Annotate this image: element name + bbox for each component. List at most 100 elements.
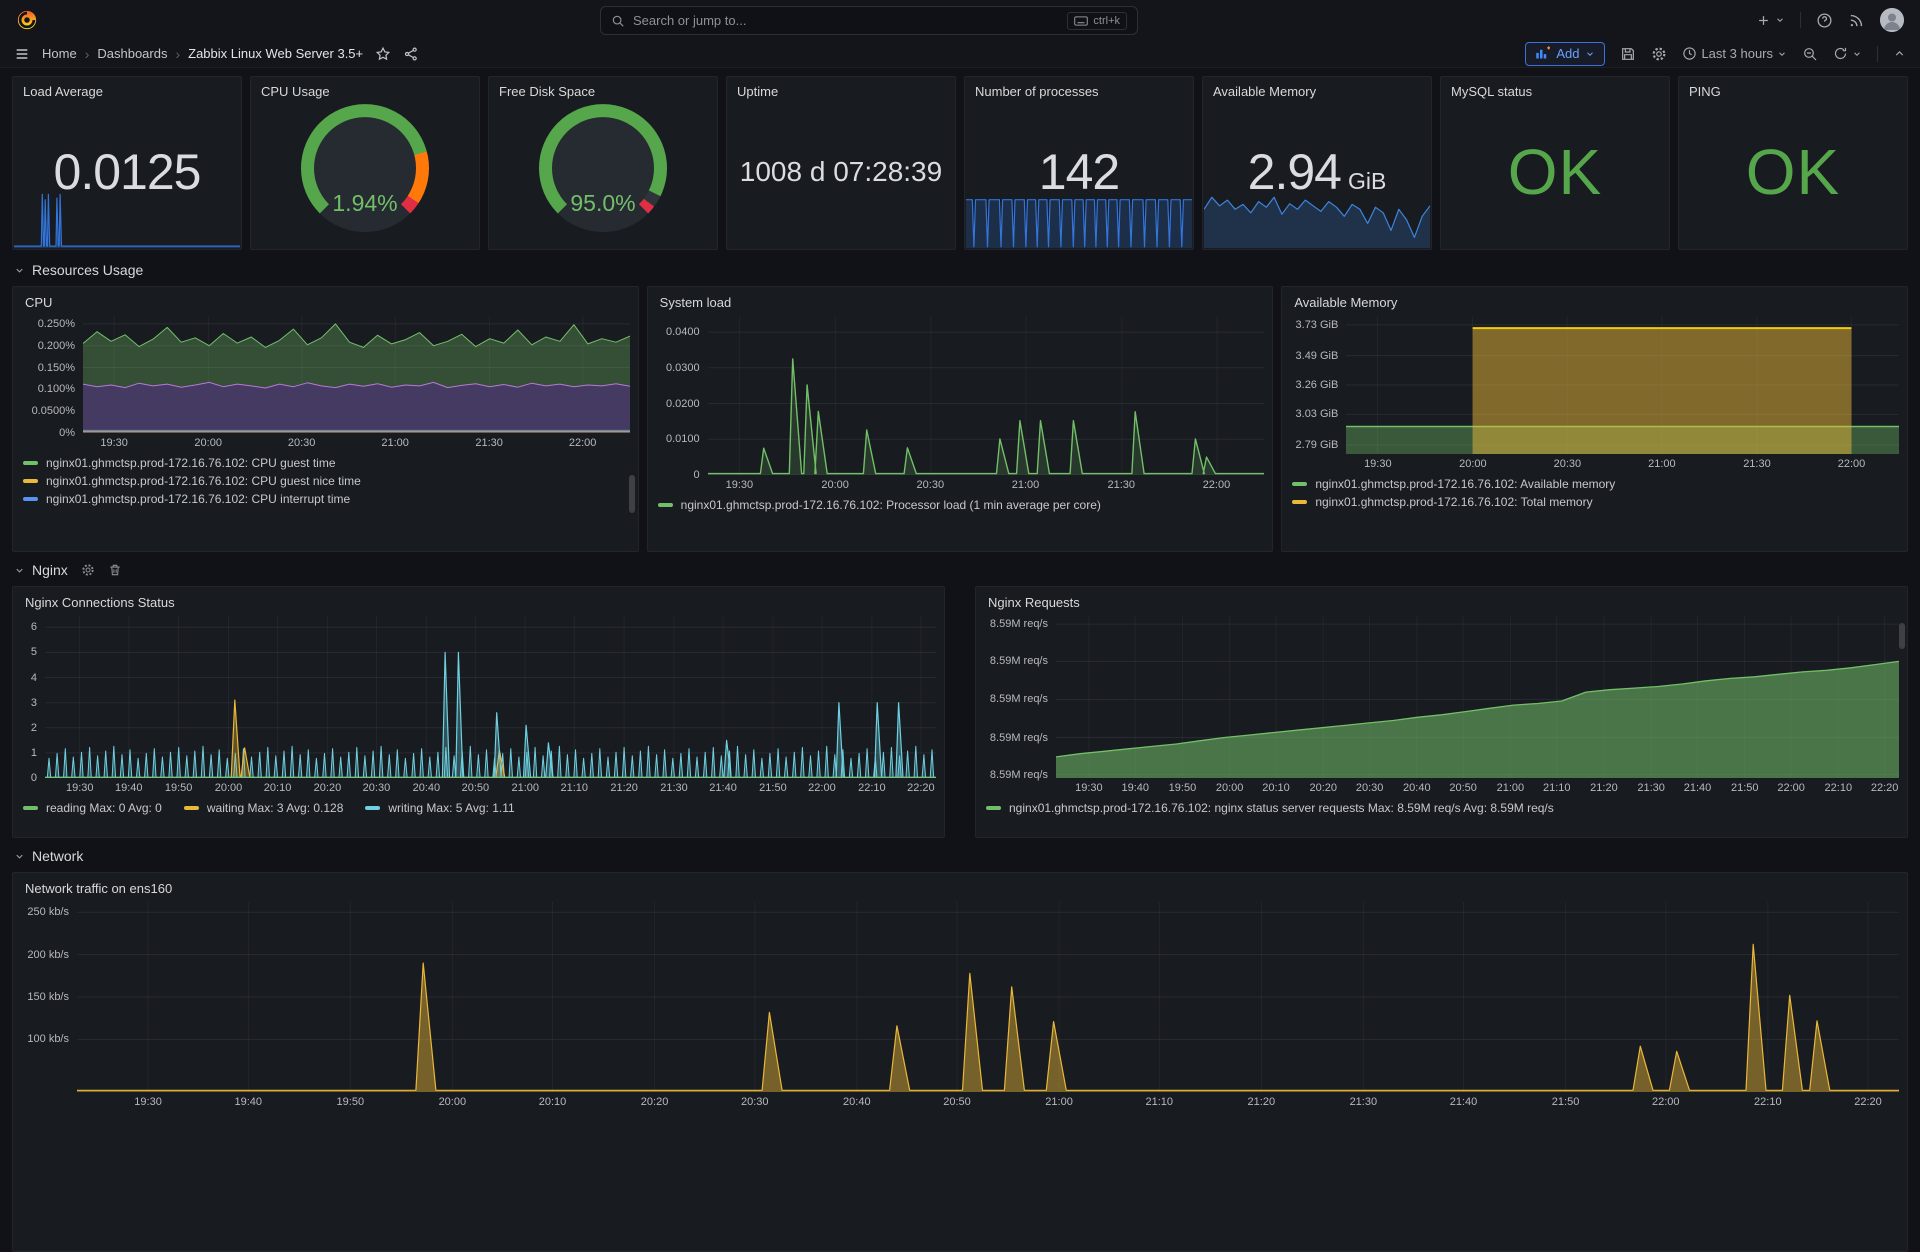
x-tick-label: 20:50 [462, 782, 490, 794]
mega-menu-button[interactable] [14, 46, 30, 62]
time-range-picker[interactable]: Last 3 hours [1682, 46, 1787, 61]
x-tick-label: 21:00 [511, 782, 539, 794]
add-panel-icon [1535, 46, 1550, 61]
refresh-button[interactable] [1833, 46, 1862, 61]
panel-title[interactable]: CPU [21, 293, 630, 316]
chevron-up-icon [1893, 47, 1906, 60]
y-tick-label: 1 [31, 747, 37, 759]
chart-plot[interactable] [45, 616, 936, 778]
stat-panel-processes: Number of processes 142 [964, 76, 1194, 250]
stat-panel-available-memory: Available Memory 2.94 GiB [1202, 76, 1432, 250]
chart-plot[interactable] [1056, 616, 1899, 778]
x-tick-label: 21:30 [660, 782, 688, 794]
series-color-dash [365, 806, 380, 810]
x-tick-label: 19:50 [1169, 782, 1197, 794]
x-tick-label: 22:00 [808, 782, 836, 794]
section-nginx[interactable]: Nginx [14, 562, 1908, 578]
chart-plot[interactable] [1346, 316, 1899, 454]
panel-title[interactable]: Free Disk Space [489, 77, 717, 99]
series-color-dash [184, 806, 199, 810]
x-tick-label: 20:10 [264, 782, 292, 794]
divider [1800, 12, 1801, 28]
x-tick-label: 20:00 [194, 437, 222, 449]
x-tick-label: 21:20 [1248, 1096, 1276, 1108]
section-settings-button[interactable] [81, 563, 95, 577]
panel-title[interactable]: Available Memory [1203, 77, 1431, 99]
y-tick-label: 6 [31, 621, 37, 633]
section-resources-usage[interactable]: Resources Usage [14, 262, 1908, 278]
x-tick-label: 22:20 [1854, 1096, 1882, 1108]
legend-item[interactable]: nginx01.ghmctsp.prod-172.16.76.102: CPU … [23, 474, 628, 488]
add-button[interactable]: Add [1525, 42, 1605, 66]
x-tick-label: 21:40 [709, 782, 737, 794]
x-tick-label: 20:40 [1403, 782, 1431, 794]
news-button[interactable] [1848, 12, 1865, 29]
panel-title[interactable]: Network traffic on ens160 [21, 879, 1899, 902]
legend-item[interactable]: nginx01.ghmctsp.prod-172.16.76.102: Avai… [1292, 477, 1897, 491]
x-tick-label: 19:30 [1075, 782, 1103, 794]
chart-plot[interactable] [77, 902, 1899, 1092]
section-network[interactable]: Network [14, 848, 1908, 864]
panel-title[interactable]: Nginx Requests [984, 593, 1899, 616]
panel-title[interactable]: Uptime [727, 77, 955, 99]
x-tick-label: 20:20 [1309, 782, 1337, 794]
panel-cpu: CPU 0%0.0500%0.100%0.150%0.200%0.250% 19… [12, 286, 639, 552]
panel-scrollbar[interactable] [1899, 623, 1905, 649]
panel-title[interactable]: PING [1679, 77, 1907, 99]
panel-title[interactable]: CPU Usage [251, 77, 479, 99]
nav-actions [1756, 8, 1904, 32]
panel-title[interactable]: Number of processes [965, 77, 1193, 99]
chart-plot[interactable] [83, 316, 630, 433]
y-tick-label: 3.49 GiB [1296, 350, 1339, 362]
toolbar-actions: Add Last 3 hours [1525, 42, 1906, 66]
share-button[interactable] [403, 46, 419, 62]
search-input[interactable]: Search or jump to... ctrl+k [600, 6, 1138, 35]
x-tick-label: 22:00 [1777, 782, 1805, 794]
legend-item[interactable]: nginx01.ghmctsp.prod-172.16.76.102: CPU … [23, 492, 628, 506]
status-value: OK [1746, 135, 1840, 209]
y-tick-label: 8.59M req/s [990, 693, 1048, 705]
search-placeholder: Search or jump to... [633, 13, 746, 28]
panel-title[interactable]: Load Average [13, 77, 241, 99]
chart-plot[interactable] [708, 316, 1265, 475]
gauge-value: 95.0% [539, 190, 667, 217]
x-tick-label: 19:40 [115, 782, 143, 794]
y-tick-label: 0.0400 [666, 326, 700, 338]
section-delete-button[interactable] [108, 563, 122, 577]
panel-title[interactable]: Available Memory [1290, 293, 1899, 316]
grafana-logo[interactable] [16, 9, 38, 31]
legend-item[interactable]: waiting Max: 3 Avg: 0.128 [184, 801, 344, 815]
x-tick-label: 19:40 [1121, 782, 1149, 794]
stat-row: Load Average 0.0125 CPU Usage 1.94% Free… [12, 76, 1908, 250]
save-dashboard-button[interactable] [1620, 46, 1636, 62]
collapse-toolbar-button[interactable] [1893, 47, 1906, 60]
help-button[interactable] [1816, 12, 1833, 29]
dashboard-settings-button[interactable] [1651, 46, 1667, 62]
panel-title[interactable]: MySQL status [1441, 77, 1669, 99]
section-title: Nginx [32, 562, 68, 578]
legend-item[interactable]: writing Max: 5 Avg: 1.11 [365, 801, 514, 815]
panel-title[interactable]: System load [656, 293, 1265, 316]
legend-item[interactable]: nginx01.ghmctsp.prod-172.16.76.102: Proc… [658, 498, 1263, 512]
breadcrumb: Home › Dashboards › Zabbix Linux Web Ser… [42, 46, 363, 62]
legend-scrollbar[interactable] [629, 475, 635, 513]
legend-item[interactable]: nginx01.ghmctsp.prod-172.16.76.102: CPU … [23, 456, 628, 470]
new-button[interactable] [1756, 13, 1785, 28]
panel-title[interactable]: Nginx Connections Status [21, 593, 936, 616]
y-tick-label: 3.03 GiB [1296, 408, 1339, 420]
breadcrumb-separator: › [175, 46, 180, 62]
favorite-button[interactable] [375, 46, 391, 62]
chevron-down-icon [1585, 49, 1595, 59]
y-tick-label: 4 [31, 672, 37, 684]
user-avatar[interactable] [1880, 8, 1904, 32]
legend-item[interactable]: nginx01.ghmctsp.prod-172.16.76.102: Tota… [1292, 495, 1897, 509]
legend-item[interactable]: reading Max: 0 Avg: 0 [23, 801, 162, 815]
y-tick-label: 5 [31, 646, 37, 658]
breadcrumb-dashboards[interactable]: Dashboards [97, 46, 167, 61]
legend-item[interactable]: nginx01.ghmctsp.prod-172.16.76.102: ngin… [986, 801, 1897, 815]
x-tick-label: 22:20 [907, 782, 935, 794]
x-tick-label: 20:20 [314, 782, 342, 794]
breadcrumb-home[interactable]: Home [42, 46, 77, 61]
zoom-out-button[interactable] [1802, 46, 1818, 62]
x-tick-label: 20:20 [641, 1096, 669, 1108]
